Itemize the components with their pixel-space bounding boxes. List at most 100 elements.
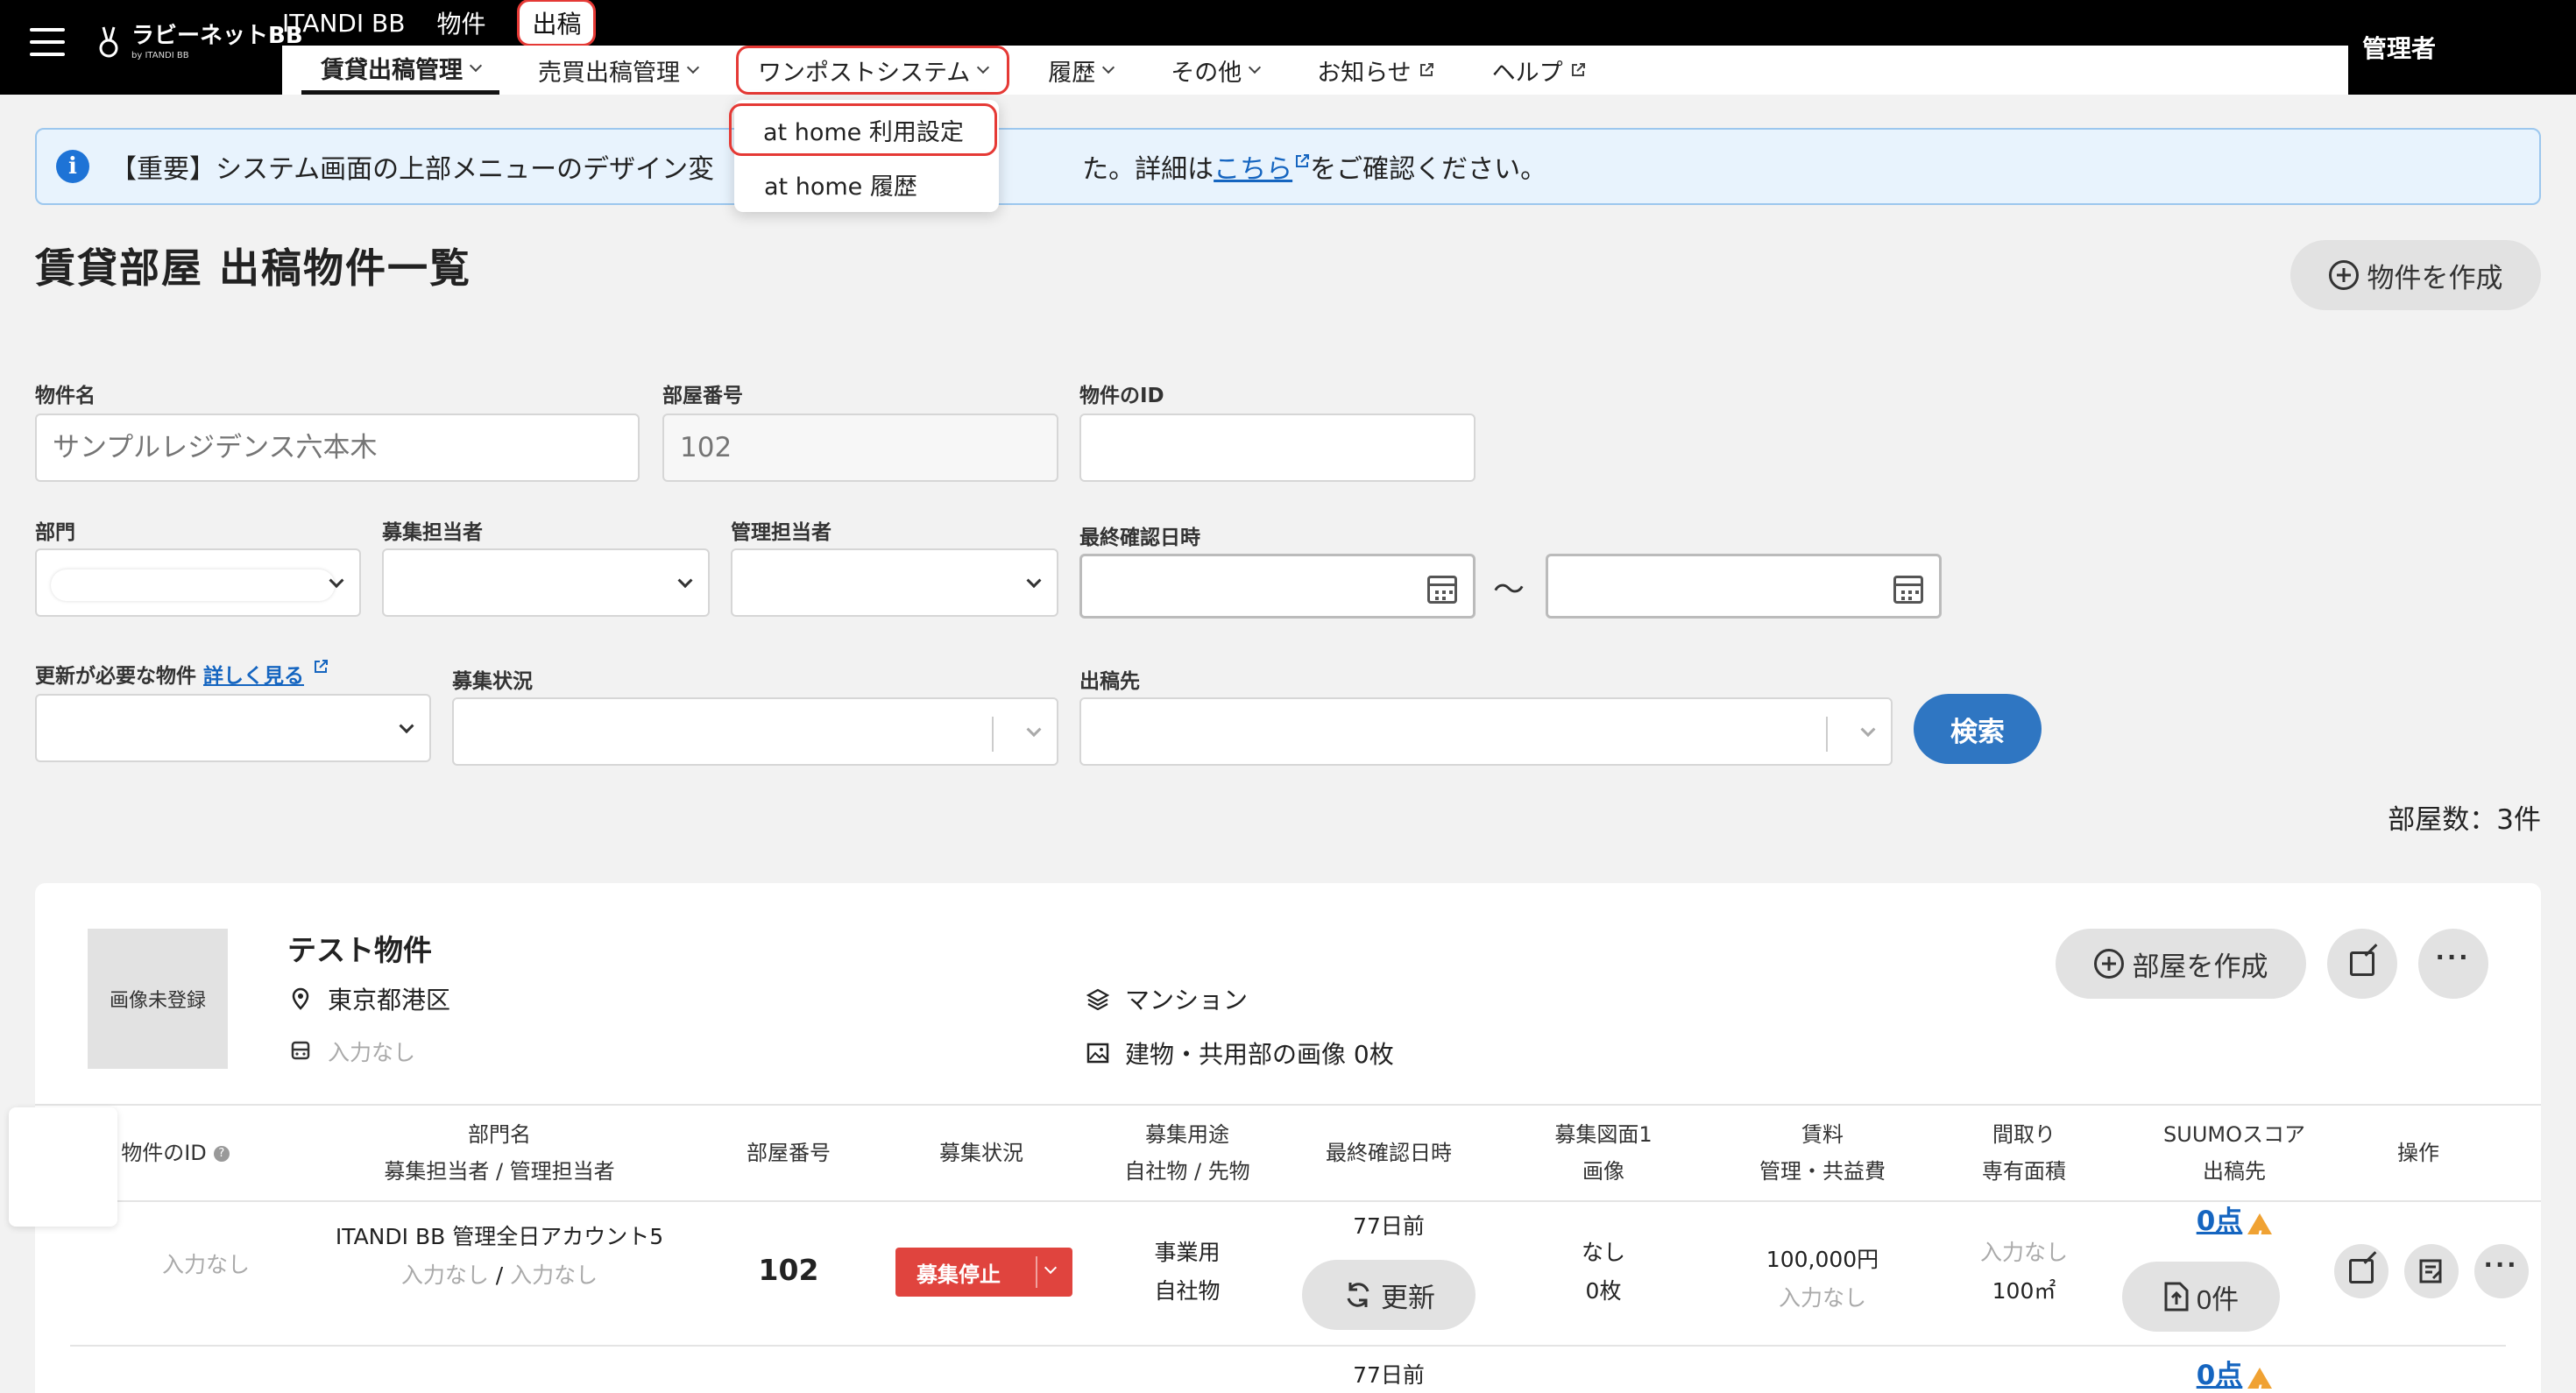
subnav-help[interactable]: ヘルプ [1473, 46, 1605, 95]
cell-recruiter: 入力なし [400, 1262, 489, 1288]
help-icon[interactable]: ? [213, 1146, 230, 1162]
detail-link[interactable]: 詳しく見る [203, 665, 304, 688]
needs-update-select[interactable] [35, 694, 431, 762]
property-location-text: 東京都港区 [328, 986, 451, 1015]
floating-panel[interactable] [9, 1107, 117, 1227]
th-usage: 募集用途自社物 / 先物 [1095, 1106, 1279, 1200]
room-more-button[interactable]: ··· [2474, 1244, 2529, 1298]
edit-property-button[interactable] [2327, 929, 2397, 999]
th-label: 操作 [2397, 1141, 2439, 1165]
hamburger-menu-icon[interactable] [30, 28, 65, 60]
property-name-input[interactable] [35, 414, 640, 482]
property-card: 画像未登録 テスト物件 東京都港区 入力なし マンション 建物・共用部の画像 0… [35, 883, 2541, 1393]
tab-property[interactable]: 物件 [436, 5, 485, 40]
manager-label: 管理担当者 [731, 521, 832, 544]
department-select[interactable] [35, 548, 361, 617]
destinations-button[interactable]: 0件 [2122, 1262, 2280, 1332]
th-label: 専有面積 [1982, 1159, 2066, 1184]
cell-last-confirmed: 77日前 [1353, 1213, 1425, 1239]
manager-select[interactable] [731, 548, 1058, 617]
needs-update-text: 更新が必要な物件 [35, 665, 196, 688]
app-header: ラビーネットBB by ITANDI BB ITANDI BB 物件 出稿 賃貸… [0, 0, 2576, 95]
top-tabs: ITANDI BB 物件 出稿 [282, 0, 627, 46]
property-id-input[interactable] [1079, 414, 1476, 482]
image-icon [1086, 1043, 1109, 1064]
property-name-label: 物件名 [35, 385, 96, 407]
room-number-input[interactable] [662, 414, 1058, 482]
tab-listing[interactable]: 出稿 [517, 0, 597, 46]
cell-value: 入力なし [161, 1252, 250, 1277]
th-label: 募集用途 [1145, 1122, 1229, 1147]
subnav-history[interactable]: 履歴 [1029, 46, 1132, 95]
create-room-button[interactable]: 部屋を作成 [2056, 929, 2306, 999]
property-name[interactable]: テスト物件 [287, 927, 432, 969]
recruit-status-select[interactable] [452, 697, 1058, 766]
th-label: 部屋番号 [747, 1141, 831, 1165]
notice-text: をご確認ください。 [1310, 154, 1547, 185]
property-type-text: マンション [1125, 986, 1249, 1015]
calendar-icon[interactable] [1893, 576, 1923, 604]
train-icon [291, 1041, 310, 1060]
recruiter-label: 募集担当者 [382, 521, 483, 544]
th-room-number: 部屋番号 [718, 1106, 859, 1200]
suumo-score-link[interactable]: 0点 [2197, 1360, 2243, 1391]
row-divider [70, 1345, 2506, 1347]
select-divider [1826, 717, 1828, 752]
th-layout: 間取り 専有面積 [1936, 1106, 2112, 1200]
chevron-down-icon [1044, 1261, 1058, 1275]
location-pin-icon [292, 987, 309, 1010]
recruiter-select[interactable] [382, 548, 710, 617]
admin-label[interactable]: 管理者 [2348, 0, 2576, 95]
subnav-one-post-system[interactable]: ワンポストシステム [736, 46, 1010, 95]
subnav-rental-listing[interactable]: 賃貸出稿管理 [301, 46, 499, 95]
chevron-down-icon [1026, 573, 1042, 589]
last-confirmed-from-input[interactable] [1079, 554, 1476, 619]
tab-itandi-bb[interactable]: ITANDI BB [282, 9, 405, 38]
menu-item-athome-settings[interactable]: at home 利用設定 [729, 103, 997, 156]
edit-icon [2350, 951, 2374, 976]
chevron-down-icon [977, 60, 990, 74]
cell-staff-separator: / [495, 1262, 504, 1288]
cell-layout: 入力なし 100㎡ [1936, 1234, 2112, 1311]
search-button[interactable]: 検索 [1914, 694, 2042, 764]
edit-room-button[interactable] [2334, 1244, 2388, 1298]
cell-suumo-score: 0点 [2129, 1356, 2339, 1393]
property-images-text: 建物・共用部の画像 0枚 [1125, 1040, 1394, 1069]
th-label: 部門名 [468, 1122, 531, 1147]
cell-usage-type: 事業用 [1154, 1240, 1221, 1265]
suumo-score-link[interactable]: 0点 [2197, 1206, 2243, 1237]
subnav-label: その他 [1171, 59, 1242, 87]
menu-item-athome-history[interactable]: at home 履歴 [734, 158, 999, 210]
cell-layout-value: 入力なし [1979, 1240, 2068, 1265]
subnav-label: ワンポストシステム [758, 59, 971, 87]
subnav-sale-listing[interactable]: 売買出稿管理 [519, 46, 717, 95]
department-select-value [51, 569, 335, 601]
destination-label: 出稿先 [1079, 670, 1140, 693]
cell-usage: 事業用 自社物 [1095, 1234, 1279, 1311]
property-thumbnail[interactable]: 画像未登録 [88, 929, 228, 1069]
room-memo-button[interactable] [2404, 1244, 2459, 1298]
cell-dept-name: ITANDI BB 管理全日アカウント5 [335, 1224, 664, 1249]
update-button[interactable]: 更新 [1302, 1260, 1476, 1330]
external-link-icon [1419, 63, 1433, 76]
calendar-icon[interactable] [1427, 576, 1457, 604]
th-rent: 賃料 管理・共益費 [1726, 1106, 1919, 1200]
external-link-icon [315, 660, 329, 673]
th-label: 画像 [1582, 1159, 1624, 1184]
notice-link[interactable]: こちら [1214, 147, 1292, 186]
recruit-status-dropdown[interactable]: 募集停止 [895, 1248, 1072, 1297]
cell-room-number[interactable]: 102 [718, 1251, 859, 1290]
logo[interactable]: ラビーネットBB by ITANDI BB [98, 25, 303, 60]
edit-icon [2349, 1259, 2374, 1283]
destination-select[interactable] [1079, 697, 1893, 766]
subnav-news[interactable]: お知らせ [1298, 46, 1453, 95]
info-icon: i [56, 150, 89, 183]
property-more-button[interactable]: ··· [2418, 929, 2488, 999]
sub-navigation: 賃貸出稿管理 売買出稿管理 ワンポストシステム 履歴 その他 お知らせ ヘルプ [282, 46, 2348, 95]
create-property-button[interactable]: 物件を作成 [2290, 240, 2541, 310]
subnav-other[interactable]: その他 [1151, 46, 1278, 95]
cell-suumo-score: 0点 [2129, 1202, 2339, 1255]
last-confirmed-to-input[interactable] [1546, 554, 1942, 619]
property-type: マンション [1086, 981, 1248, 1016]
th-label: 自社物 / 先物 [1124, 1159, 1250, 1184]
